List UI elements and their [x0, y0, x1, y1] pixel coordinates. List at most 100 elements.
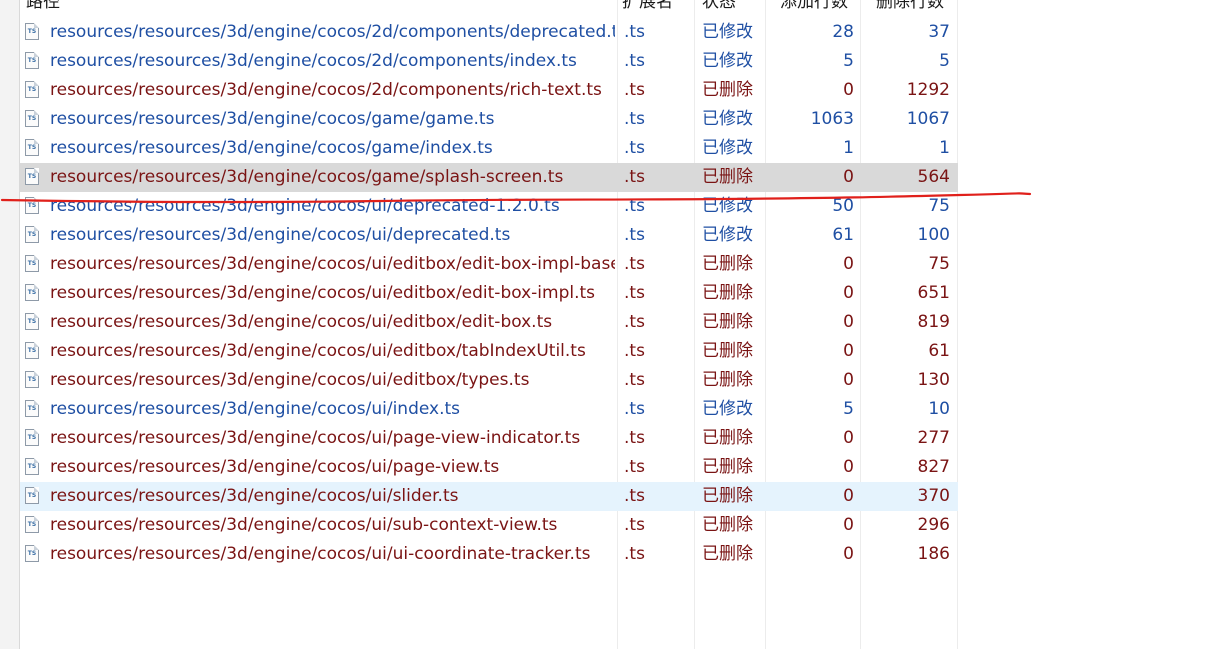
typescript-file-icon: TS	[25, 337, 45, 366]
file-row[interactable]: TS resources/resources/3d/engine/cocos/ui…	[20, 540, 958, 569]
file-path: resources/resources/3d/engine/cocos/2d/c…	[50, 22, 615, 42]
file-path: resources/resources/3d/engine/cocos/ui/e…	[50, 312, 553, 332]
typescript-file-icon: TS	[25, 105, 45, 134]
file-status: 已删除	[702, 544, 753, 564]
typescript-file-icon: TS	[25, 250, 45, 279]
column-header-path[interactable]: 路径	[26, 0, 60, 14]
file-row[interactable]: TS resources/resources/3d/engine/cocos/ui…	[20, 366, 958, 395]
file-path: resources/resources/3d/engine/cocos/game…	[50, 167, 564, 187]
file-extension: .ts	[624, 428, 645, 448]
file-path: resources/resources/3d/engine/cocos/ui/i…	[50, 399, 461, 419]
typescript-file-icon: TS	[25, 221, 45, 250]
added-lines: 5	[843, 399, 854, 419]
file-row[interactable]: TS resources/resources/3d/engine/cocos/ui…	[20, 250, 958, 279]
file-path: resources/resources/3d/engine/cocos/ui/d…	[50, 196, 560, 216]
added-lines: 0	[843, 544, 854, 564]
typescript-file-icon: TS	[25, 192, 45, 221]
file-path: resources/resources/3d/engine/cocos/2d/c…	[50, 80, 602, 100]
file-row[interactable]: TS resources/resources/3d/engine/cocos/2d…	[20, 18, 958, 47]
deleted-lines: 75	[928, 196, 950, 216]
column-header-extension[interactable]: 扩展名	[622, 0, 673, 14]
deleted-lines: 819	[917, 312, 950, 332]
deleted-lines: 1	[939, 138, 950, 158]
deleted-lines: 1292	[906, 80, 950, 100]
file-extension: .ts	[624, 544, 645, 564]
file-status: 已删除	[702, 254, 753, 274]
typescript-file-icon: TS	[25, 453, 45, 482]
file-status: 已修改	[702, 109, 753, 129]
column-header-status[interactable]: 状态	[702, 0, 736, 14]
column-header-deleted-lines[interactable]: 删除行数	[876, 0, 944, 14]
file-row[interactable]: TS resources/resources/3d/engine/cocos/ui…	[20, 221, 958, 250]
file-row[interactable]: TS resources/resources/3d/engine/cocos/2d…	[20, 47, 958, 76]
left-pane-edge	[0, 0, 20, 649]
file-row[interactable]: TS resources/resources/3d/engine/cocos/ui…	[20, 337, 958, 366]
file-status: 已删除	[702, 80, 753, 100]
added-lines: 5	[843, 51, 854, 71]
file-path: resources/resources/3d/engine/cocos/game…	[50, 109, 495, 129]
deleted-lines: 651	[917, 283, 950, 303]
added-lines: 0	[843, 283, 854, 303]
file-status: 已删除	[702, 515, 753, 535]
file-extension: .ts	[624, 138, 645, 158]
typescript-file-icon: TS	[25, 511, 45, 540]
added-lines: 28	[832, 22, 854, 42]
added-lines: 0	[843, 515, 854, 535]
deleted-lines: 186	[917, 544, 950, 564]
deleted-lines: 61	[928, 341, 950, 361]
file-status: 已删除	[702, 312, 753, 332]
file-row[interactable]: TS resources/resources/3d/engine/cocos/ga…	[20, 134, 958, 163]
file-status: 已修改	[702, 51, 753, 71]
added-lines: 0	[843, 312, 854, 332]
deleted-lines: 130	[917, 370, 950, 390]
file-extension: .ts	[624, 225, 645, 245]
typescript-file-icon: TS	[25, 163, 45, 192]
file-path: resources/resources/3d/engine/cocos/ui/e…	[50, 341, 586, 361]
file-row[interactable]: TS resources/resources/3d/engine/cocos/ui…	[20, 482, 958, 511]
file-status: 已删除	[702, 283, 753, 303]
file-extension: .ts	[624, 312, 645, 332]
file-row[interactable]: TS resources/resources/3d/engine/cocos/ui…	[20, 395, 958, 424]
added-lines: 0	[843, 370, 854, 390]
deleted-lines: 5	[939, 51, 950, 71]
file-extension: .ts	[624, 80, 645, 100]
file-status: 已修改	[702, 22, 753, 42]
file-path: resources/resources/3d/engine/cocos/ui/d…	[50, 225, 511, 245]
added-lines: 0	[843, 486, 854, 506]
column-header-added-lines[interactable]: 添加行数	[780, 0, 848, 14]
file-extension: .ts	[624, 22, 645, 42]
file-path: resources/resources/3d/engine/cocos/ui/s…	[50, 486, 459, 506]
typescript-file-icon: TS	[25, 366, 45, 395]
file-path: resources/resources/3d/engine/cocos/ui/p…	[50, 428, 581, 448]
deleted-lines: 75	[928, 254, 950, 274]
file-status: 已修改	[702, 196, 753, 216]
file-row[interactable]: TS resources/resources/3d/engine/cocos/ui…	[20, 453, 958, 482]
file-extension: .ts	[624, 283, 645, 303]
file-path: resources/resources/3d/engine/cocos/ui/u…	[50, 544, 591, 564]
typescript-file-icon: TS	[25, 424, 45, 453]
added-lines: 0	[843, 80, 854, 100]
file-row[interactable]: TS resources/resources/3d/engine/cocos/ui…	[20, 308, 958, 337]
typescript-file-icon: TS	[25, 76, 45, 105]
file-row[interactable]: TS resources/resources/3d/engine/cocos/ui…	[20, 192, 958, 221]
file-extension: .ts	[624, 399, 645, 419]
file-row[interactable]: TS resources/resources/3d/engine/cocos/ui…	[20, 511, 958, 540]
file-path: resources/resources/3d/engine/cocos/ui/p…	[50, 457, 500, 477]
added-lines: 0	[843, 457, 854, 477]
file-extension: .ts	[624, 196, 645, 216]
added-lines: 0	[843, 254, 854, 274]
file-row[interactable]: TS resources/resources/3d/engine/cocos/ga…	[20, 163, 958, 192]
deleted-lines: 100	[917, 225, 950, 245]
file-row[interactable]: TS resources/resources/3d/engine/cocos/ui…	[20, 279, 958, 308]
file-row[interactable]: TS resources/resources/3d/engine/cocos/2d…	[20, 76, 958, 105]
deleted-lines: 1067	[906, 109, 950, 129]
deleted-lines: 370	[917, 486, 950, 506]
file-extension: .ts	[624, 457, 645, 477]
typescript-file-icon: TS	[25, 540, 45, 569]
typescript-file-icon: TS	[25, 482, 45, 511]
file-row[interactable]: TS resources/resources/3d/engine/cocos/ga…	[20, 105, 958, 134]
file-path: resources/resources/3d/engine/cocos/ui/e…	[50, 370, 530, 390]
file-status: 已修改	[702, 138, 753, 158]
file-row[interactable]: TS resources/resources/3d/engine/cocos/ui…	[20, 424, 958, 453]
file-path: resources/resources/3d/engine/cocos/ui/e…	[50, 283, 596, 303]
